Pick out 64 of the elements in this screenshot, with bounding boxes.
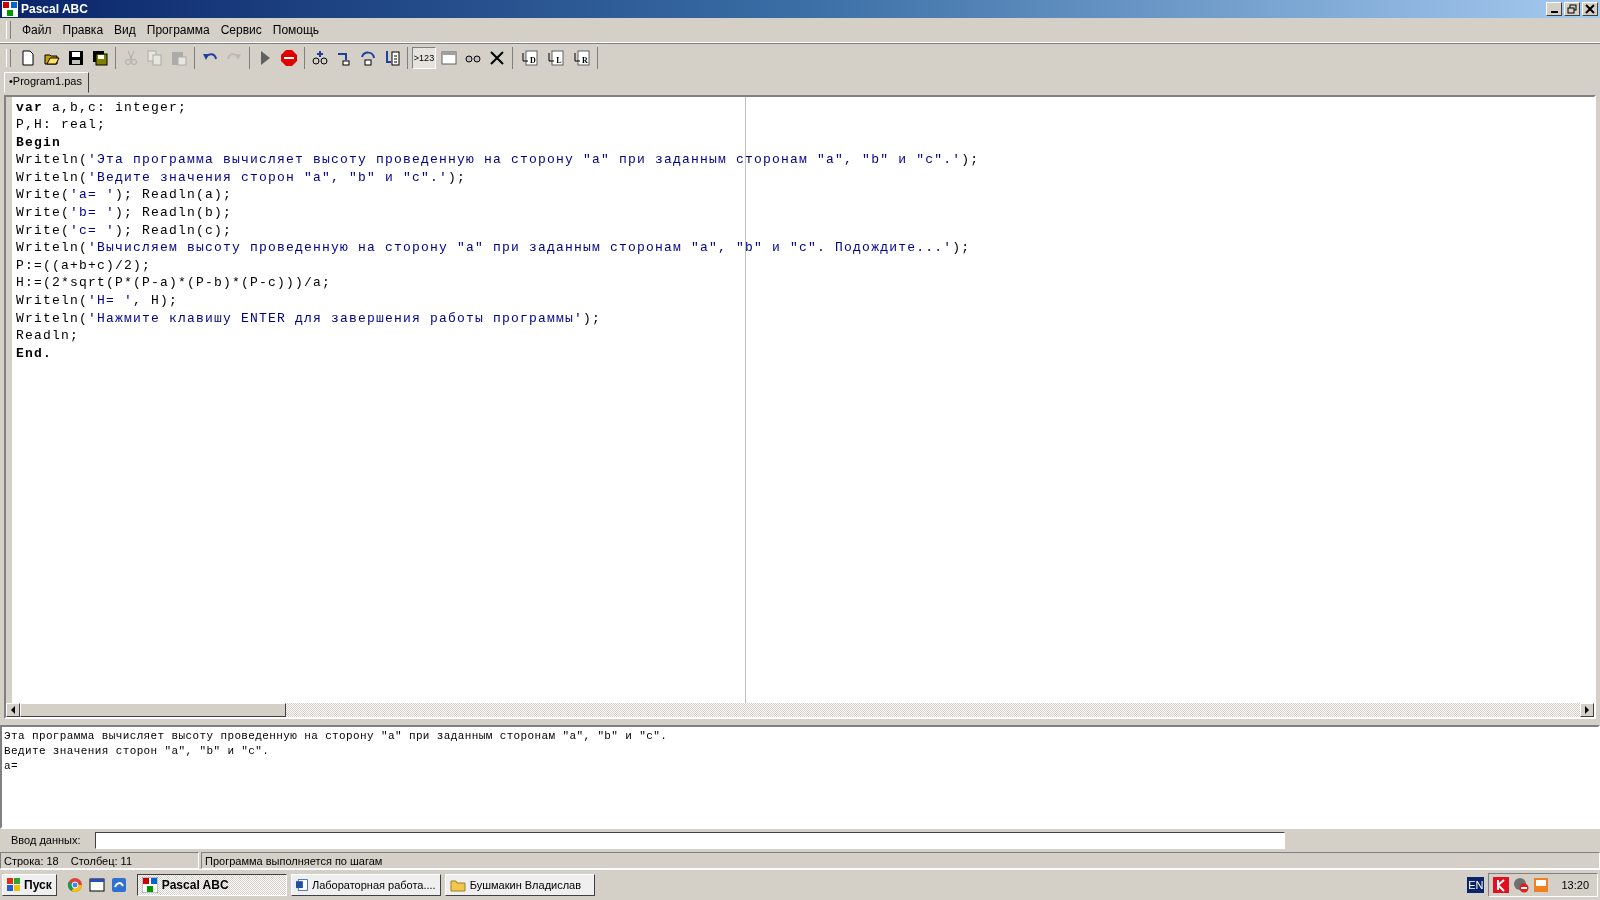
code-line: P,H: real;	[16, 116, 106, 134]
browser-icon[interactable]	[66, 877, 83, 894]
restore-icon	[1567, 3, 1577, 14]
taskbar-button[interactable]: Лабораторная работа....	[290, 874, 441, 897]
desktop-window-icon[interactable]	[88, 877, 105, 894]
code-line: Writeln('Нажмите клавишу ENTER для завершения работы программы');	[16, 309, 602, 328]
code-line: Write('c= '); Readln(c);	[16, 221, 233, 240]
language-indicator[interactable]: EN	[1467, 877, 1485, 894]
code-line: Readln;	[16, 327, 79, 345]
code-line: var a,b,c: integer;	[16, 98, 188, 117]
column-number: Столбец: 11	[70, 854, 133, 867]
code-line: Writeln('Эта программа вычисляет высоту проведенную на сторону "a" при заданным сторонам "a", "b" и "c".');	[16, 151, 980, 169]
toolbar-button[interactable]: L	[543, 46, 567, 69]
code-line: Writeln('Вычисляем высоту проведенную на сторону "a" при заданным сторонам "a", "b" и "c". Подождите...');	[16, 239, 971, 257]
icon-letter: R	[582, 56, 588, 66]
scroll-right-icon[interactable]	[1580, 703, 1594, 718]
start-button[interactable]: Пуск	[2, 874, 57, 897]
scroll-left-icon[interactable]	[6, 703, 20, 718]
horizontal-scrollbar[interactable]	[6, 703, 1594, 718]
input-field[interactable]	[94, 831, 1285, 849]
menu-item[interactable]: Вид	[109, 20, 142, 39]
toolbar-button[interactable]: D	[517, 46, 541, 69]
output-line: Ведите значения сторон "a", "b" и "c".	[4, 744, 271, 760]
close-icon	[1585, 3, 1595, 14]
code-line: P:=((a+b+c)/2);	[16, 256, 152, 275]
code-line: Write('b= '); Readln(b);	[16, 204, 233, 222]
clock: 13:20	[1561, 879, 1589, 892]
menu-item[interactable]: Помощь	[267, 20, 326, 39]
code-line: End.	[16, 344, 52, 363]
toolbar-button[interactable]: R	[569, 46, 593, 69]
menu-item[interactable]: Файл	[17, 20, 58, 39]
document-icon	[295, 877, 308, 894]
taskbar-button[interactable]: Pascal ABC	[136, 874, 287, 897]
code-line: H:=(2*sqrt(P*(P-a)*(P-b)*(P-c)))/a;	[16, 274, 332, 293]
app-logo	[2, 0, 18, 17]
windows-flag-icon	[7, 878, 21, 893]
close-button[interactable]	[1582, 1, 1598, 16]
menu-item[interactable]: Программа	[141, 20, 216, 39]
toolbar-button[interactable]: >123	[412, 46, 436, 69]
output-line: Эта программа вычисляет высоту проведенную на сторону "a" при заданным сторонам "a", "b" и "c".	[4, 729, 669, 745]
scroll-thumb[interactable]	[20, 703, 286, 718]
line-number: Строка: 18	[4, 854, 59, 867]
output-line: a=	[4, 759, 19, 775]
restore-button[interactable]	[1564, 1, 1580, 16]
icon-letter: D	[530, 56, 536, 66]
menu-item[interactable]: Правка	[57, 20, 110, 39]
code-line: Begin	[16, 133, 61, 152]
window-title: Pascal ABC	[21, 1, 89, 16]
icon-letter: L	[556, 56, 562, 66]
status-message: Программа выполняется по шагам	[201, 852, 1600, 870]
code-line: Writeln('Ведите значения сторон "a", "b" и "c".');	[16, 168, 467, 187]
code-line: Write('a= '); Readln(a);	[16, 186, 233, 205]
file-tab[interactable]: •Program1.pas	[4, 71, 89, 93]
minimize-icon	[1550, 10, 1558, 13]
minimize-button[interactable]	[1546, 1, 1562, 16]
folder-icon	[449, 877, 466, 894]
app-logo	[141, 877, 158, 894]
taskbar-button[interactable]: Бушмакин Владислав	[444, 874, 595, 897]
blocked-tray-icon[interactable]	[1513, 877, 1530, 894]
shield-tray-icon[interactable]	[1493, 877, 1510, 894]
input-label: Ввод данных:	[10, 834, 82, 847]
tray-app-icon[interactable]	[1533, 877, 1550, 894]
code-line: Writeln('H= ', H);	[16, 292, 179, 310]
menu-item[interactable]: Сервис	[215, 20, 268, 39]
